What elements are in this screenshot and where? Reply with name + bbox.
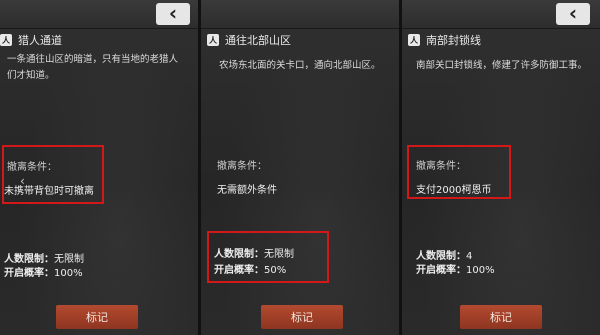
open-chance: 开启概率：100% [4,264,83,279]
panel-title-row: 人 南部封锁线 [408,32,481,48]
exit-person-icon: 人 [408,34,420,46]
panel-description: 农场东北面的关卡口，通向北部山区。 [219,60,381,71]
open-chance: 开启概率：50% [214,261,286,276]
player-limit: 人数限制：无限制 [4,250,84,265]
exit-person-icon: 人 [207,34,219,46]
panel-title: 通往北部山区 [225,34,291,47]
open-chance: 开启概率：100% [416,261,495,276]
condition-label: 撤离条件： [416,161,466,172]
player-limit-value: 无限制 [264,249,294,260]
panel-title-row: 人 通往北部山区 [207,32,291,48]
extraction-panel-hunter-passage: ‹ 人 猎人通道 一条通往山区的暗道，只有当地的老猎人们才知道。 撤离条件： 未… [0,0,198,335]
panel-title: 南部封锁线 [426,34,481,47]
top-bar: ‹ [0,0,198,29]
top-bar: ‹ [402,0,600,29]
extraction-panel-north-mountains: 人 通往北部山区 农场东北面的关卡口，通向北部山区。 撤离条件： 无需额外条件 … [201,0,399,335]
condition-value: 支付2000柯恩币 [416,185,492,196]
exit-person-icon: 人 [0,34,12,46]
chevron-left-icon: ‹ [568,1,578,25]
open-chance-label: 开启概率： [4,268,54,279]
mark-button[interactable]: 标记 [56,305,138,329]
panel-title: 猎人通道 [18,34,62,47]
open-chance-value: 100% [466,265,495,276]
open-chance-label: 开启概率： [214,265,264,276]
back-button[interactable]: ‹ [556,3,590,25]
mark-button[interactable]: 标记 [460,305,542,329]
open-chance-value: 50% [264,265,287,276]
chevron-left-icon: ‹ [168,1,178,25]
player-limit: 人数限制：无限制 [214,245,294,260]
condition-label: 撤离条件： [217,161,267,172]
condition-value: 未携带背包时可撤离 [4,186,94,197]
player-limit: 人数限制：4 [416,247,472,262]
open-chance-value: 100% [54,268,83,279]
chevron-left-icon: ‹ [20,174,25,188]
top-bar [201,0,399,29]
panel-title-row: 人 猎人通道 [0,32,62,48]
open-chance-label: 开启概率： [416,265,466,276]
condition-value: 无需额外条件 [217,185,277,196]
mark-button[interactable]: 标记 [261,305,343,329]
extraction-panel-south-blockade: ‹ 人 南部封锁线 南部关口封锁线，修建了许多防御工事。 撤离条件： 支付200… [402,0,600,335]
back-button[interactable]: ‹ [156,3,190,25]
player-limit-label: 人数限制： [214,249,264,260]
panel-description: 一条通往山区的暗道，只有当地的老猎人们才知道。 [7,54,179,81]
condition-label: 撤离条件： [7,162,57,173]
panel-description: 南部关口封锁线，修建了许多防御工事。 [416,60,588,71]
